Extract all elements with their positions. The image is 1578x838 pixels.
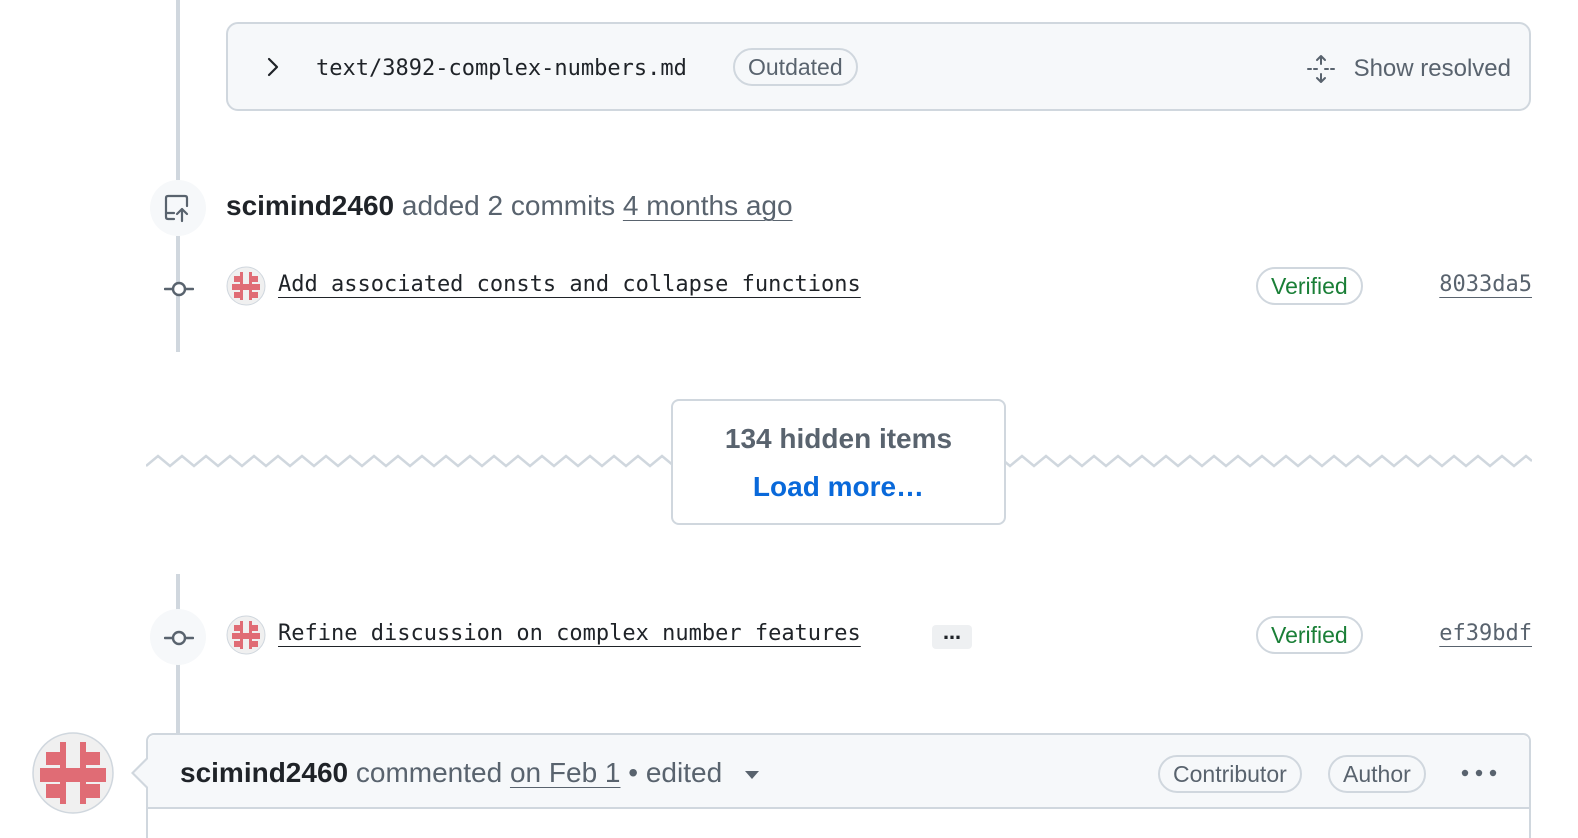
comment-date[interactable]: on Feb 1 (510, 757, 621, 788)
comment-header: scimind2460 commented on Feb 1 • edited … (148, 735, 1529, 809)
contributor-badge: Contributor (1158, 755, 1302, 793)
avatar[interactable] (226, 266, 266, 306)
avatar[interactable] (226, 615, 266, 655)
push-event-action: added 2 commits (401, 190, 616, 221)
show-resolved-button[interactable]: Show resolved (1306, 54, 1511, 84)
kebab-horizontal-icon[interactable] (1459, 759, 1499, 787)
author-badge: Author (1328, 755, 1426, 793)
commit-sha[interactable]: ef39bdf (1439, 621, 1532, 646)
git-commit-icon (164, 630, 194, 646)
comment-pointer-fill (134, 759, 148, 787)
unfold-icon (1306, 55, 1335, 83)
file-path[interactable]: text/3892-complex-numbers.md (316, 56, 687, 81)
comment-author[interactable]: scimind2460 (180, 757, 348, 788)
push-event-badge (150, 180, 206, 236)
caret-down-icon[interactable] (744, 770, 760, 780)
comment-edited[interactable]: • edited (628, 757, 722, 788)
review-thread-box: text/3892-complex-numbers.md Outdated Sh… (226, 22, 1531, 111)
timeline-line (176, 0, 180, 180)
commit-row: Add associated consts and collapse funct… (150, 260, 1532, 316)
commit-message[interactable]: Add associated consts and collapse funct… (278, 272, 861, 297)
push-event-time[interactable]: 4 months ago (623, 190, 793, 221)
hidden-items-count: 134 hidden items (724, 423, 953, 454)
outdated-badge: Outdated (733, 48, 858, 86)
avatar[interactable] (32, 732, 114, 814)
verified-badge[interactable]: Verified (1256, 616, 1363, 654)
repo-push-icon (164, 194, 189, 223)
comment-box: scimind2460 commented on Feb 1 • edited … (146, 733, 1531, 838)
push-event-text: scimind2460 added 2 commits 4 months ago (226, 190, 793, 222)
show-resolved-label: Show resolved (1353, 55, 1511, 82)
push-event-user[interactable]: scimind2460 (226, 190, 394, 221)
comment-meta: scimind2460 commented on Feb 1 • edited (180, 757, 760, 789)
commit-row: Refine discussion on complex number feat… (150, 609, 1532, 665)
commit-message[interactable]: Refine discussion on complex number feat… (278, 621, 861, 646)
hidden-items-box: 134 hidden items Load more… (671, 399, 1006, 525)
load-more-button[interactable]: Load more… (673, 471, 1004, 503)
verified-badge[interactable]: Verified (1256, 267, 1363, 305)
expand-commit-button[interactable]: … (932, 625, 972, 649)
commit-sha[interactable]: 8033da5 (1439, 272, 1532, 297)
git-commit-icon (164, 281, 194, 297)
comment-action: commented (355, 757, 503, 788)
chevron-right-icon[interactable] (262, 56, 284, 78)
